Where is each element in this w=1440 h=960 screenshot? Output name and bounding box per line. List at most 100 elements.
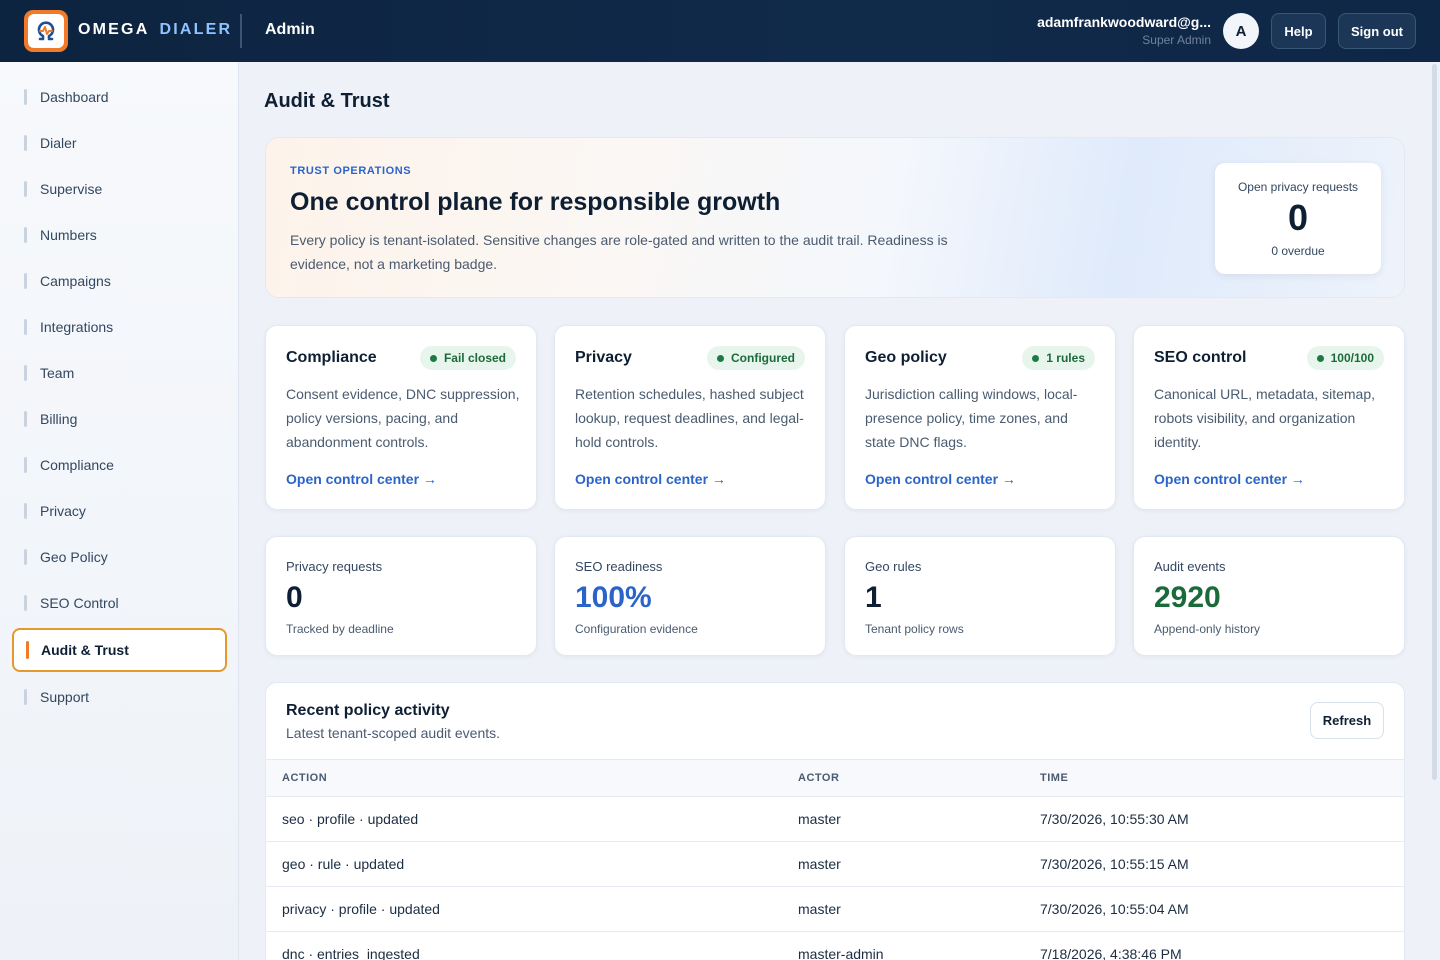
stat-label: Audit events xyxy=(1154,559,1226,574)
sidebar-item-support[interactable]: Support xyxy=(24,682,89,712)
stat-value: 100% xyxy=(575,581,652,614)
table-row[interactable]: dnc · entries_ingested master-admin 7/18… xyxy=(266,932,1404,960)
cell-action: privacy · profile · updated xyxy=(282,901,440,917)
avatar[interactable]: A xyxy=(1223,13,1259,49)
sidebar-item-team[interactable]: Team xyxy=(24,358,74,388)
top-bar: OMEGA DIALER Admin adamfrankwoodward@g..… xyxy=(0,0,1440,62)
sidebar-item-numbers[interactable]: Numbers xyxy=(24,220,97,250)
column-header-actor[interactable]: ACTOR xyxy=(798,772,839,784)
trust-hero-banner: TRUST OPERATIONS One control plane for r… xyxy=(265,137,1405,298)
geo-rules-stat: Geo rules 1 Tenant policy rows xyxy=(844,536,1116,656)
nav-marker xyxy=(24,89,27,105)
nav-marker xyxy=(24,273,27,289)
seo-control-card: SEO control 100/100 Canonical URL, metad… xyxy=(1133,325,1405,510)
cell-time: 7/30/2026, 10:55:30 AM xyxy=(1040,811,1189,827)
hero-kicker: TRUST OPERATIONS xyxy=(290,165,412,177)
nav-marker xyxy=(24,135,27,151)
status-badge-label: Fail closed xyxy=(443,351,506,365)
sidebar-item-dashboard[interactable]: Dashboard xyxy=(24,82,109,112)
stat-label: Privacy requests xyxy=(286,559,383,574)
sidebar: Dashboard Dialer Supervise Numbers Campa… xyxy=(0,62,239,960)
sidebar-item-campaigns[interactable]: Campaigns xyxy=(24,266,111,296)
open-control-center-link[interactable]: Open control center → xyxy=(575,471,726,487)
nav-marker xyxy=(24,595,27,611)
table-row[interactable]: privacy · profile · updated master 7/30/… xyxy=(266,887,1404,932)
help-button[interactable]: Help xyxy=(1271,13,1326,49)
user-info: adamfrankwoodward@g... Super Admin xyxy=(1011,14,1211,47)
cell-actor: master xyxy=(798,811,841,827)
nav-marker xyxy=(24,549,27,565)
open-control-center-link[interactable]: Open control center → xyxy=(865,471,1016,487)
table-header: ACTION ACTOR TIME xyxy=(266,759,1404,797)
cell-time: 7/30/2026, 10:55:15 AM xyxy=(1040,856,1189,872)
nav-marker xyxy=(24,181,27,197)
sidebar-item-label: Support xyxy=(40,689,90,705)
privacy-card: Privacy Configured Retention schedules, … xyxy=(554,325,826,510)
refresh-button[interactable]: Refresh xyxy=(1310,702,1384,739)
nav-marker xyxy=(24,503,27,519)
sidebar-item-label: Supervise xyxy=(40,181,103,197)
status-badge: Fail closed xyxy=(419,346,516,370)
logo[interactable] xyxy=(24,10,68,52)
sidebar-item-compliance[interactable]: Compliance xyxy=(24,450,114,480)
sidebar-item-billing[interactable]: Billing xyxy=(24,404,77,434)
nav-marker xyxy=(24,319,27,335)
sidebar-item-privacy[interactable]: Privacy xyxy=(24,496,86,526)
status-badge: Configured xyxy=(707,346,805,370)
open-control-center-link[interactable]: Open control center → xyxy=(286,471,437,487)
sidebar-item-label: Billing xyxy=(40,411,78,427)
page-title: Audit & Trust xyxy=(264,90,390,112)
stat-label: Geo rules xyxy=(865,559,922,574)
cell-actor: master xyxy=(798,901,841,917)
hero-description: Every policy is tenant-isolated. Sensiti… xyxy=(290,232,948,272)
stat-value: 1 xyxy=(865,581,882,614)
sidebar-item-label: Compliance xyxy=(40,457,114,473)
nav-marker xyxy=(24,689,27,705)
sidebar-item-dialer[interactable]: Dialer xyxy=(24,128,77,158)
brand-name: OMEGA DIALER xyxy=(78,21,232,39)
sidebar-item-supervise[interactable]: Supervise xyxy=(24,174,102,204)
omega-pulse-logo-icon xyxy=(37,21,55,41)
brand-secondary: DIALER xyxy=(159,21,233,38)
card-description: Jurisdiction calling windows, local-pres… xyxy=(865,386,1078,450)
status-dot-icon xyxy=(429,354,437,362)
status-badge: 1 rules xyxy=(1022,346,1095,370)
sidebar-item-seo-control[interactable]: SEO Control xyxy=(24,588,119,618)
compliance-card: Compliance Fail closed Consent evidence,… xyxy=(265,325,537,510)
sidebar-item-label: Dialer xyxy=(40,135,77,151)
stat-caption: Append-only history xyxy=(1154,622,1261,636)
sidebar-item-label: Privacy xyxy=(40,503,86,519)
nav-marker-active xyxy=(26,641,29,659)
table-row[interactable]: seo · profile · updated master 7/30/2026… xyxy=(266,797,1404,842)
column-header-action[interactable]: ACTION xyxy=(282,772,327,784)
nav-marker xyxy=(24,227,27,243)
sidebar-item-geo-policy[interactable]: Geo Policy xyxy=(24,542,108,572)
sidebar-item-label: Integrations xyxy=(40,319,114,335)
header-divider xyxy=(240,14,242,48)
sidebar-item-label: Team xyxy=(40,365,75,381)
sidebar-item-integrations[interactable]: Integrations xyxy=(24,312,113,342)
nav-marker xyxy=(24,457,27,473)
user-role: Super Admin xyxy=(1142,33,1211,47)
card-description: Consent evidence, DNC suppression, polic… xyxy=(286,386,520,450)
panel-title: Recent policy activity xyxy=(286,702,450,719)
sidebar-item-audit-trust[interactable]: Audit & Trust xyxy=(12,628,227,672)
user-email: adamfrankwoodward@g... xyxy=(1037,14,1211,30)
audit-events-stat: Audit events 2920 Append-only history xyxy=(1133,536,1405,656)
status-dot-icon xyxy=(717,354,724,362)
page-scrollbar[interactable] xyxy=(1432,64,1437,780)
open-control-center-link[interactable]: Open control center → xyxy=(1154,471,1305,487)
geo-policy-card: Geo policy 1 rules Jurisdiction calling … xyxy=(844,325,1116,510)
status-dot-icon xyxy=(1316,354,1324,362)
seo-readiness-stat: SEO readiness 100% Configuration evidenc… xyxy=(554,536,826,656)
open-privacy-requests-value: 0 xyxy=(1287,197,1309,238)
column-header-time[interactable]: TIME xyxy=(1040,772,1068,784)
table-row[interactable]: geo · rule · updated master 7/30/2026, 1… xyxy=(266,842,1404,887)
panel-subtitle: Latest tenant-scoped audit events. xyxy=(286,725,501,741)
status-badge-label: 100/100 xyxy=(1330,351,1374,365)
sign-out-button[interactable]: Sign out xyxy=(1338,13,1416,49)
open-privacy-requests-card: Open privacy requests 0 0 overdue xyxy=(1215,163,1381,274)
stat-value: 0 xyxy=(286,581,303,614)
stat-label: SEO readiness xyxy=(575,559,663,574)
sidebar-item-label: Audit & Trust xyxy=(41,642,129,658)
